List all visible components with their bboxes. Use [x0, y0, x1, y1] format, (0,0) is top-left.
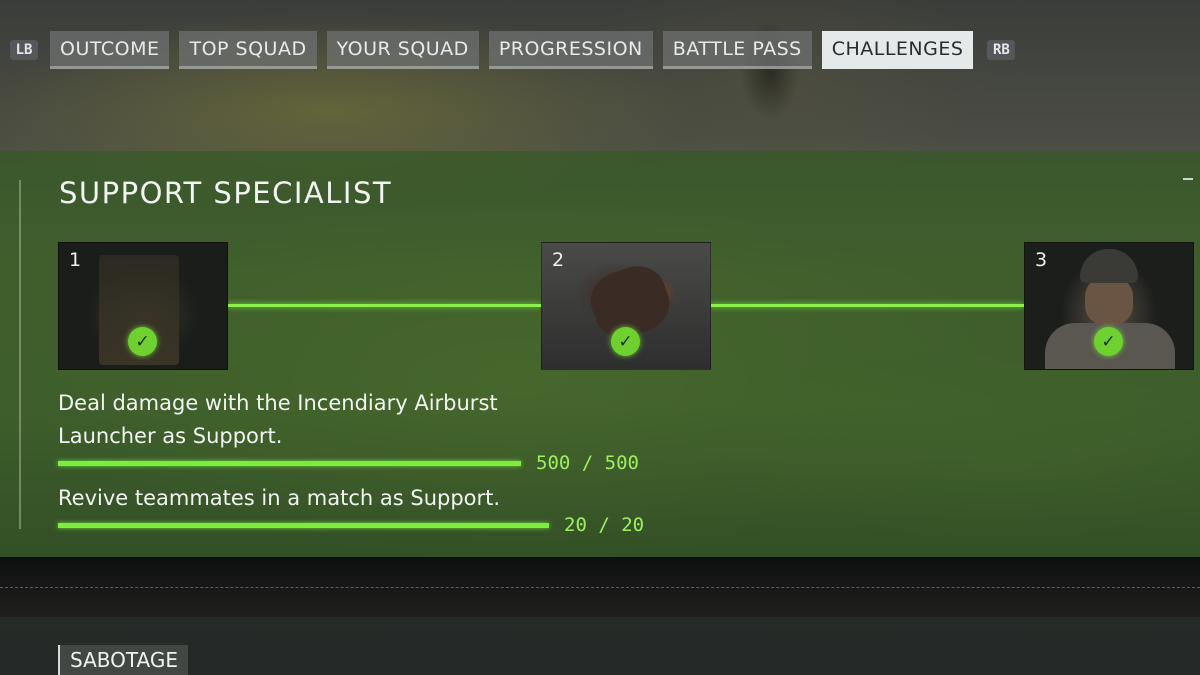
task-1-description: Deal damage with the Incendiary Airburst… — [58, 387, 498, 453]
task-2-description: Revive teammates in a match as Support. — [58, 482, 500, 515]
tab-progression[interactable]: PROGRESSION — [488, 31, 653, 69]
task-2-progress-count: 20 / 20 — [564, 514, 645, 536]
task-1-progress-count: 500 / 500 — [536, 452, 639, 474]
results-tab-bar: LB OUTCOME TOP SQUAD YOUR SQUAD PROGRESS… — [10, 31, 1016, 69]
panel-accent-line — [19, 180, 21, 529]
task-1-line-2: Launcher as Support. — [58, 424, 283, 448]
collapse-button[interactable] — [1183, 178, 1193, 180]
tab-outcome[interactable]: OUTCOME — [50, 31, 170, 69]
checkmark-icon: ✓ — [128, 327, 157, 356]
tab-top-squad[interactable]: TOP SQUAD — [179, 31, 317, 69]
tier-1-reward[interactable]: 1 ✓ — [58, 242, 228, 370]
tier-3-reward[interactable]: 3 ✓ — [1024, 242, 1194, 370]
dashed-divider — [0, 587, 1200, 588]
lb-bumper-hint[interactable]: LB — [10, 40, 38, 60]
task-2-progress-bar — [58, 523, 549, 528]
soldier-helmet — [1080, 249, 1138, 283]
tier-number: 3 — [1035, 249, 1048, 271]
next-challenge-title[interactable]: SABOTAGE — [58, 645, 188, 675]
tab-battle-pass[interactable]: BATTLE PASS — [662, 31, 812, 69]
tier-connector-2-3 — [710, 304, 1024, 307]
tab-your-squad[interactable]: YOUR SQUAD — [326, 31, 479, 69]
tier-2-reward[interactable]: 2 ✓ — [541, 242, 711, 370]
tier-connector-1-2 — [227, 304, 541, 307]
rb-bumper-hint[interactable]: RB — [987, 40, 1016, 60]
checkmark-icon: ✓ — [1094, 327, 1123, 356]
tier-number: 2 — [552, 249, 565, 271]
challenge-title: SUPPORT SPECIALIST — [59, 176, 393, 210]
task-1-line-1: Deal damage with the Incendiary Airburst — [58, 391, 498, 415]
tier-number: 1 — [69, 249, 82, 271]
task-1-progress-bar — [58, 461, 521, 466]
tab-challenges[interactable]: CHALLENGES — [821, 31, 974, 69]
challenge-panel: SUPPORT SPECIALIST 1 ✓ 2 ✓ 3 ✓ Deal dama… — [0, 151, 1200, 557]
checkmark-icon: ✓ — [611, 327, 640, 356]
soldier-face — [1085, 277, 1133, 325]
task-2-line-1: Revive teammates in a match as Support. — [58, 486, 501, 510]
